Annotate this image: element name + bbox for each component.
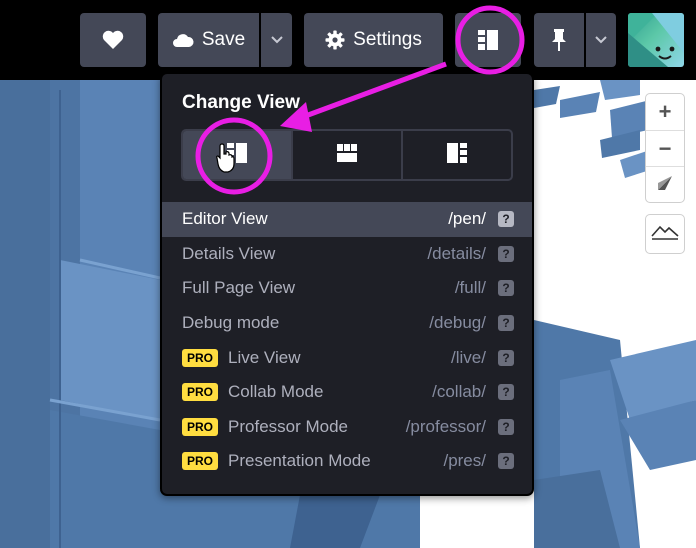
menu-item-professor-mode[interactable]: PRO Professor Mode /professor/ ?: [162, 410, 532, 445]
compass-icon: [656, 172, 674, 198]
layout-left-option[interactable]: [183, 131, 291, 179]
terrain-icon: [651, 221, 679, 247]
menu-item-full-page-view[interactable]: Full Page View /full/ ?: [162, 271, 532, 306]
cloud-icon: [172, 32, 194, 48]
help-icon[interactable]: ?: [498, 349, 514, 366]
pro-badge: PRO: [182, 417, 219, 436]
save-button[interactable]: Save: [158, 13, 259, 67]
zoom-in-button[interactable]: +: [646, 94, 684, 130]
menu-item-collab-mode[interactable]: PRO Collab Mode /collab/ ?: [162, 375, 532, 410]
menu-item-path: /professor/: [405, 416, 486, 436]
change-view-dropdown: Change View Editor View /pen/ ? Details …: [160, 72, 534, 496]
menu-item-details-view[interactable]: Details View /details/ ?: [162, 237, 532, 272]
menu-item-label: Editor View: [182, 209, 268, 229]
help-icon[interactable]: ?: [498, 315, 514, 332]
layout-toggle: [181, 129, 513, 181]
menu-item-path: /pres/: [443, 451, 486, 471]
menu-item-debug-mode[interactable]: Debug mode /debug/ ?: [162, 306, 532, 341]
menu-item-path: /full/: [454, 278, 486, 298]
menu-item-label: Debug mode: [182, 313, 280, 333]
menu-item-presentation-mode[interactable]: PRO Presentation Mode /pres/ ?: [162, 444, 532, 479]
settings-label: Settings: [353, 29, 422, 50]
like-button[interactable]: [80, 13, 146, 67]
layout-right-option[interactable]: [401, 131, 511, 179]
chevron-down-icon: [270, 36, 283, 44]
menu-item-path: /live/: [451, 347, 486, 367]
layout-right-icon: [446, 142, 468, 169]
settings-button[interactable]: Settings: [304, 13, 443, 67]
view-mode-list: Editor View /pen/ ? Details View /detail…: [162, 202, 532, 479]
help-icon[interactable]: ?: [498, 453, 514, 470]
terrain-button[interactable]: [646, 215, 684, 253]
menu-item-path: /collab/: [432, 382, 486, 402]
menu-item-path: /pen/: [448, 209, 486, 229]
smiley-avatar: [628, 13, 684, 67]
menu-item-label: Professor Mode: [228, 416, 349, 436]
layout-left-icon: [226, 142, 248, 169]
zoom-out-button[interactable]: −: [646, 130, 684, 166]
help-icon[interactable]: ?: [498, 384, 514, 401]
menu-item-label: Details View: [182, 243, 276, 263]
help-icon[interactable]: ?: [498, 211, 514, 228]
menu-item-label: Live View: [228, 347, 301, 367]
change-view-button[interactable]: [455, 13, 521, 67]
top-toolbar: Save Settings: [0, 0, 696, 80]
pro-badge: PRO: [182, 452, 219, 471]
user-avatar[interactable]: [628, 13, 684, 67]
pin-button[interactable]: [534, 13, 584, 67]
menu-item-label: Collab Mode: [228, 382, 324, 402]
layout-icon: [477, 29, 499, 51]
pro-badge: PRO: [182, 348, 219, 367]
map-nav-controls: + −: [645, 93, 685, 203]
help-icon[interactable]: ?: [498, 245, 514, 262]
compass-button[interactable]: [646, 166, 684, 202]
chevron-down-icon: [595, 36, 607, 44]
heart-icon: [102, 30, 124, 50]
gear-icon: [325, 30, 345, 50]
menu-item-live-view[interactable]: PRO Live View /live/ ?: [162, 340, 532, 375]
dropdown-title: Change View: [182, 92, 300, 113]
menu-item-path: /details/: [427, 243, 486, 263]
pro-badge: PRO: [182, 383, 219, 402]
menu-item-editor-view[interactable]: Editor View /pen/ ?: [162, 202, 532, 237]
save-options-button[interactable]: [261, 13, 292, 67]
layout-top-option[interactable]: [291, 131, 401, 179]
menu-item-label: Full Page View: [182, 278, 296, 298]
menu-item-label: Presentation Mode: [228, 451, 371, 471]
pin-icon: [551, 28, 567, 52]
save-label: Save: [201, 29, 246, 50]
help-icon[interactable]: ?: [498, 418, 514, 435]
layout-top-icon: [336, 143, 358, 168]
map-terrain-control: [645, 214, 685, 254]
help-icon[interactable]: ?: [498, 280, 514, 297]
pin-options-button[interactable]: [586, 13, 616, 67]
menu-item-path: /debug/: [429, 313, 486, 333]
